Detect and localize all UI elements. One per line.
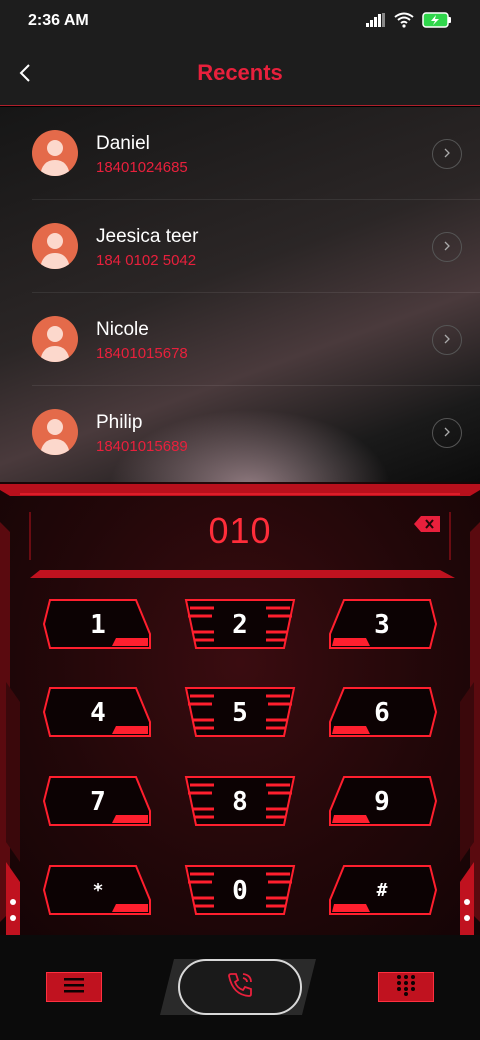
avatar (32, 223, 78, 269)
status-icons (366, 12, 452, 33)
key-label: 0 (232, 876, 248, 906)
key-5[interactable]: 5 (184, 686, 296, 738)
key-hash[interactable]: # (326, 864, 438, 916)
key-label: 3 (374, 610, 390, 640)
details-button[interactable] (432, 139, 462, 169)
key-6[interactable]: 6 (326, 686, 438, 738)
contact-name: Nicole (96, 319, 149, 340)
backspace-icon (414, 516, 440, 536)
key-8[interactable]: 8 (184, 775, 296, 827)
key-label: 8 (232, 787, 248, 817)
phone-icon (225, 970, 255, 1005)
key-label: 1 (90, 610, 106, 640)
battery-icon (422, 12, 452, 33)
key-1[interactable]: 1 (42, 598, 154, 650)
chevron-right-icon (443, 145, 451, 163)
key-4[interactable]: 4 (42, 686, 154, 738)
key-label: 4 (90, 698, 106, 728)
key-label: 5 (232, 698, 248, 728)
page-title: Recents (197, 60, 283, 85)
key-0[interactable]: 0 (184, 864, 296, 916)
key-label: * (92, 880, 104, 901)
chevron-right-icon (443, 331, 451, 349)
contact-number: 18401015689 (96, 438, 188, 455)
contact-name: Jeesica teer (96, 226, 199, 247)
menu-icon (64, 977, 84, 998)
recents-list: Daniel 18401024685 Jeesica teer 184 0102… (0, 107, 480, 482)
list-item[interactable]: Daniel 18401024685 (32, 107, 480, 200)
key-9[interactable]: 9 (326, 775, 438, 827)
list-item[interactable]: Philip 18401015689 (32, 386, 480, 479)
avatar (32, 316, 78, 362)
app-bar: Recents (0, 44, 480, 106)
contact-number: 18401015678 (96, 345, 188, 362)
key-7[interactable]: 7 (42, 775, 154, 827)
key-label: 2 (232, 610, 248, 640)
avatar (32, 130, 78, 176)
key-2[interactable]: 2 (184, 598, 296, 650)
status-time: 2:36 AM (28, 12, 89, 29)
key-label: 9 (374, 787, 390, 817)
backspace-button[interactable] (414, 516, 440, 532)
key-3[interactable]: 3 (326, 598, 438, 650)
key-star[interactable]: * (42, 864, 154, 916)
dial-number-display: 010 (208, 510, 272, 551)
list-item[interactable]: Nicole 18401015678 (32, 293, 480, 386)
call-button[interactable] (178, 959, 302, 1015)
contact-number: 184 0102 5042 (96, 252, 197, 269)
avatar (32, 409, 78, 455)
details-button[interactable] (432, 232, 462, 262)
bottom-bar (0, 935, 480, 1040)
chevron-right-icon (443, 424, 451, 442)
menu-button[interactable] (46, 972, 102, 1002)
chevron-right-icon (443, 238, 451, 256)
keypad-icon (395, 974, 417, 1001)
contact-number: 18401024685 (96, 159, 188, 176)
dialer-panel: 010 1 2 3 4 5 6 7 8 9 * 0 # (0, 482, 480, 935)
list-item[interactable]: Jeesica teer 184 0102 5042 (32, 200, 480, 293)
details-button[interactable] (432, 325, 462, 355)
details-button[interactable] (432, 418, 462, 448)
key-label: # (376, 880, 388, 901)
wifi-icon (394, 12, 414, 33)
key-label: 6 (374, 698, 390, 728)
signal-icon (366, 13, 386, 32)
status-bar: 2:36 AM (0, 0, 480, 44)
contact-name: Daniel (96, 133, 150, 154)
contact-name: Philip (96, 412, 143, 433)
keypad-toggle-button[interactable] (378, 972, 434, 1002)
key-label: 7 (90, 787, 106, 817)
